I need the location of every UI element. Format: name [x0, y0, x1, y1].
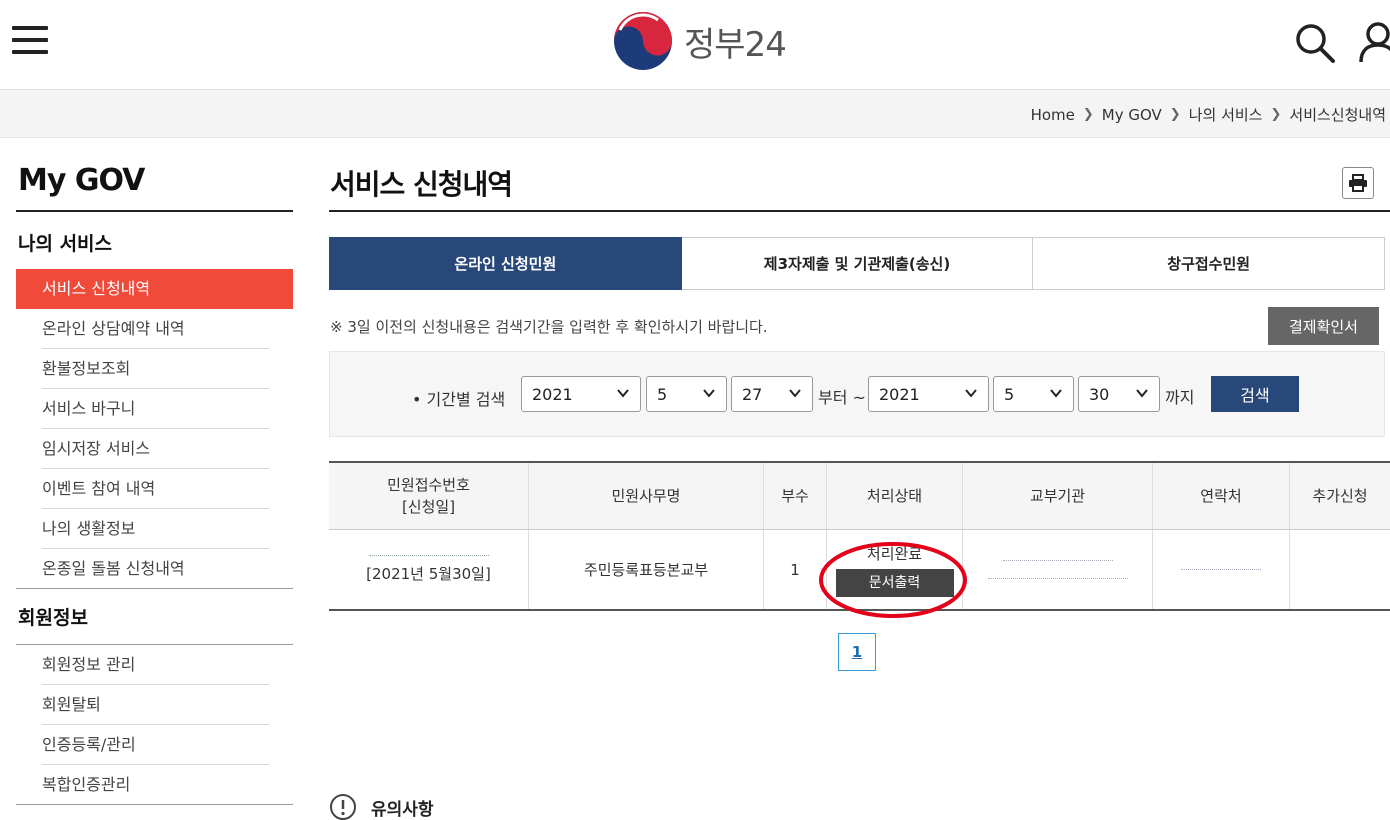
- title-rule: [329, 210, 1390, 212]
- sidebar-item-temp-saved[interactable]: 임시저장 서비스: [16, 429, 293, 469]
- sidebar-my-service-list: 서비스 신청내역 온라인 상담예약 내역 환불정보조회 서비스 바구니 임시저장…: [16, 269, 293, 589]
- from-day-select[interactable]: 27: [731, 376, 813, 412]
- from-word: 부터 ~: [818, 388, 866, 407]
- sidebar-item-all-day-care[interactable]: 온종일 돌봄 신청내역: [16, 549, 293, 589]
- caution-heading: 유의사항: [329, 793, 434, 820]
- sidebar-item-service-history[interactable]: 서비스 신청내역: [16, 269, 293, 309]
- sidebar-item-service-basket[interactable]: 서비스 바구니: [16, 389, 293, 429]
- sidebar-item-member-manage[interactable]: 회원정보 관리: [16, 645, 293, 685]
- tab-bar: 온라인 신청민원 제3자제출 및 기관제출(송신) 창구접수민원: [329, 237, 1386, 290]
- to-day-select[interactable]: 30: [1078, 376, 1160, 412]
- to-year-select[interactable]: 2021: [868, 376, 989, 412]
- to-day-value: 30: [1089, 384, 1110, 404]
- chevron-down-icon: [703, 389, 715, 398]
- redacted-agency: [1002, 559, 1113, 562]
- sidebar-item-event[interactable]: 이벤트 참여 내역: [16, 469, 293, 509]
- breadcrumb-my-service[interactable]: 나의 서비스: [1189, 104, 1263, 125]
- print-button[interactable]: [1342, 167, 1374, 199]
- gov24-logo[interactable]: 정부24: [612, 10, 787, 72]
- sidebar-item-online-consult[interactable]: 온라인 상담예약 내역: [16, 309, 293, 349]
- chevron-down-icon: [965, 389, 977, 398]
- cell-copies: 1: [764, 530, 827, 609]
- table-row: [2021년 5월30일] 주민등록표등본교부 1 처리완료 문서출력: [329, 530, 1390, 609]
- header-receipt-number: 민원접수번호 [신청일]: [329, 463, 529, 529]
- header-service-name: 민원사무명: [529, 463, 764, 529]
- breadcrumb-bar: Home ❯ My GOV ❯ 나의 서비스 ❯ 서비스신청내역: [0, 90, 1390, 138]
- breadcrumb-mygov[interactable]: My GOV: [1102, 106, 1162, 124]
- breadcrumb-current[interactable]: 서비스신청내역: [1289, 104, 1386, 125]
- sidebar-item-withdraw[interactable]: 회원탈퇴: [16, 685, 293, 725]
- hamburger-menu-icon[interactable]: [12, 24, 48, 56]
- cell-receipt-number: [2021년 5월30일]: [329, 530, 529, 609]
- table-header-row: 민원접수번호 [신청일] 민원사무명 부수 처리상태 교부기관 연락처 추가신청: [329, 463, 1390, 530]
- chevron-down-icon: [1050, 389, 1062, 398]
- period-search-box: • 기간별 검색 2021 5 27 부터 ~ 2021 5 30 까지 검색: [329, 351, 1385, 437]
- from-year-select[interactable]: 2021: [521, 376, 641, 412]
- to-month-select[interactable]: 5: [993, 376, 1074, 412]
- chevron-down-icon: [1136, 389, 1148, 398]
- chevron-right-icon: ❯: [1270, 107, 1282, 122]
- sidebar-item-life-info[interactable]: 나의 생활정보: [16, 509, 293, 549]
- status-text: 처리완료: [866, 544, 923, 563]
- cell-issuing-agency: [963, 530, 1153, 609]
- tab-online-application[interactable]: 온라인 신청민원: [329, 237, 682, 290]
- header-apply-date-label: [신청일]: [401, 498, 456, 516]
- sidebar-item-refund[interactable]: 환불정보조회: [16, 349, 293, 389]
- from-year-value: 2021: [532, 384, 573, 404]
- chevron-right-icon: ❯: [1169, 107, 1181, 122]
- breadcrumb-home[interactable]: Home: [1031, 106, 1075, 124]
- redacted-contact: [1181, 568, 1261, 571]
- cell-apply-date: [2021년 5월30일]: [366, 564, 491, 583]
- to-year-value: 2021: [879, 384, 920, 404]
- page-1-link[interactable]: 1: [838, 633, 876, 671]
- from-day-value: 27: [742, 384, 763, 404]
- breadcrumb: Home ❯ My GOV ❯ 나의 서비스 ❯ 서비스신청내역: [1031, 104, 1386, 125]
- chevron-right-icon: ❯: [1082, 107, 1094, 122]
- tab-counter-application[interactable]: 창구접수민원: [1033, 237, 1386, 290]
- page-title: 서비스 신청내역: [330, 168, 513, 201]
- header-contact: 연락처: [1153, 463, 1290, 529]
- redacted-agency: [987, 577, 1128, 580]
- print-document-button[interactable]: 문서출력: [835, 568, 954, 597]
- chevron-down-icon: [617, 389, 629, 398]
- site-header: 정부24: [0, 0, 1390, 90]
- from-month-value: 5: [657, 384, 668, 404]
- sidebar-section-member: 회원정보: [18, 607, 88, 629]
- cell-additional: [1290, 530, 1390, 609]
- to-word: 까지: [1165, 388, 1195, 407]
- period-search-label: • 기간별 검색: [412, 390, 506, 409]
- cell-status: 처리완료 문서출력: [827, 530, 963, 609]
- header-status: 처리상태: [827, 463, 963, 529]
- taegeuk-logo-icon: [614, 12, 672, 70]
- sidebar-divider: [16, 804, 293, 805]
- payment-confirmation-button[interactable]: 결제확인서: [1268, 307, 1379, 345]
- sidebar-member-list: 회원정보 관리 회원탈퇴 인증등록/관리 복합인증관리: [16, 645, 293, 805]
- cell-service-name: 주민등록표등본교부: [529, 530, 764, 609]
- search-icon[interactable]: [1294, 22, 1336, 64]
- sidebar-divider: [16, 588, 293, 589]
- to-month-value: 5: [1004, 384, 1015, 404]
- header-issuing-agency: 교부기관: [963, 463, 1153, 529]
- caution-label: 유의사항: [371, 799, 434, 820]
- from-month-select[interactable]: 5: [646, 376, 727, 412]
- sidebar-title-rule: [16, 210, 293, 212]
- header-copies: 부수: [764, 463, 827, 529]
- cell-contact: [1153, 530, 1290, 609]
- chevron-down-icon: [789, 389, 801, 398]
- tab-third-party-submission[interactable]: 제3자제출 및 기관제출(송신): [681, 237, 1034, 290]
- search-notice: ※ 3일 이전의 신청내용은 검색기간을 입력한 후 확인하시기 바랍니다.: [330, 318, 768, 336]
- exclamation-circle-icon: [330, 794, 356, 820]
- header-receipt-number-label: 민원접수번호: [387, 476, 470, 494]
- sidebar-item-multi-cert[interactable]: 복합인증관리: [16, 765, 293, 805]
- header-additional: 추가신청: [1312, 487, 1368, 505]
- redacted-receipt-number: [368, 554, 489, 557]
- sidebar-section-my-service: 나의 서비스: [18, 233, 113, 255]
- application-table: 민원접수번호 [신청일] 민원사무명 부수 처리상태 교부기관 연락처 추가신청…: [329, 461, 1390, 611]
- user-icon[interactable]: [1358, 20, 1390, 64]
- sidebar-item-cert-manage[interactable]: 인증등록/관리: [16, 725, 293, 765]
- logo-text: 정부24: [684, 24, 787, 65]
- printer-icon: [1349, 174, 1367, 192]
- search-button[interactable]: 검색: [1211, 376, 1299, 412]
- sidebar-title: My GOV: [18, 163, 145, 198]
